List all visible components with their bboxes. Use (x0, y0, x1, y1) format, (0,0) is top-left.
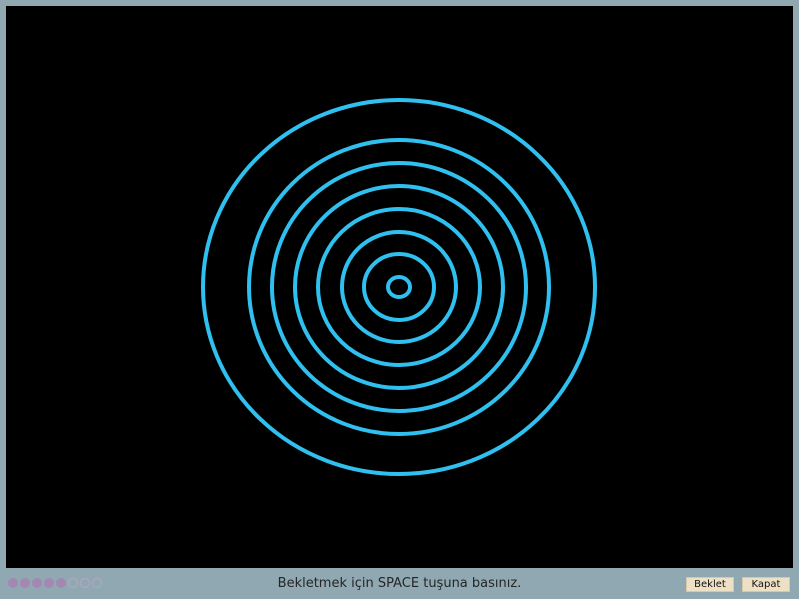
app-window: Bekletmek için SPACE tuşuna basınız. Bek… (0, 0, 799, 599)
ring-3 (340, 230, 458, 344)
ring-5 (293, 184, 505, 390)
ring-8 (201, 98, 597, 476)
stimulus-stage (6, 6, 793, 568)
concentric-rings (201, 98, 597, 476)
ring-1 (386, 275, 412, 299)
instruction-text: Bekletmek için SPACE tuşuna basınız. (277, 576, 522, 591)
close-button[interactable]: Kapat (742, 577, 790, 592)
footer-bar: Bekletmek için SPACE tuşuna basınız. Bek… (0, 568, 799, 599)
wait-button[interactable]: Beklet (686, 577, 734, 592)
ring-2 (362, 252, 436, 322)
ring-6 (270, 161, 528, 413)
